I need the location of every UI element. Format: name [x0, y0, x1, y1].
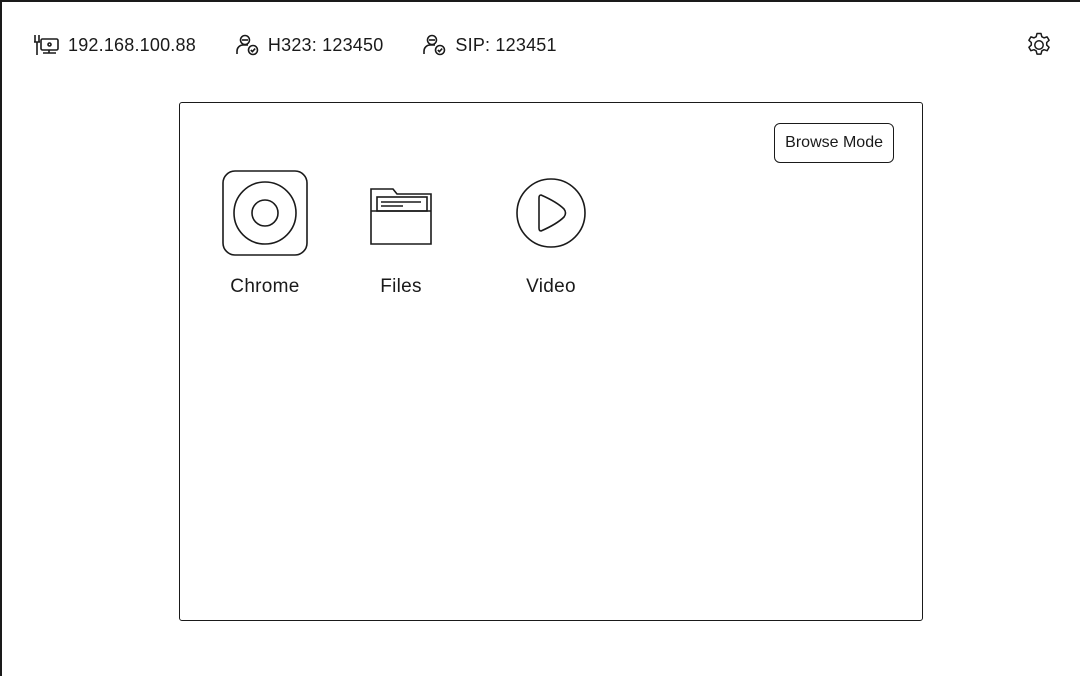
sip-number: SIP: 123451 — [455, 34, 557, 55]
folder-icon — [356, 168, 446, 258]
app-chrome[interactable]: Chrome — [210, 168, 320, 298]
ip-status: 192.168.100.88 — [32, 33, 196, 57]
ip-address: 192.168.100.88 — [68, 34, 196, 55]
status-bar: 192.168.100.88 H323: 123450 SIP: 123451 — [32, 28, 595, 62]
sip-status: SIP: 123451 — [421, 33, 557, 57]
contact-verified-icon — [423, 34, 446, 56]
app-window: 192.168.100.88 H323: 123450 SIP: 123451 — [0, 0, 1080, 676]
settings-button[interactable] — [1024, 30, 1054, 60]
app-label-video: Video — [526, 276, 576, 297]
contact-verified-icon — [236, 34, 259, 56]
network-icon — [34, 35, 59, 55]
gear-icon — [1028, 32, 1050, 55]
browse-mode-button[interactable]: Browse Mode — [774, 123, 894, 163]
h323-status: H323: 123450 — [234, 33, 384, 57]
play-icon — [506, 168, 596, 258]
chrome-icon — [220, 168, 310, 258]
app-label-chrome: Chrome — [230, 276, 300, 297]
app-files[interactable]: Files — [346, 168, 456, 298]
app-video[interactable]: Video — [496, 168, 606, 298]
app-label-files: Files — [380, 276, 422, 297]
app-launcher-panel: Browse Mode Chrome Files Video — [179, 102, 923, 621]
h323-number: H323: 123450 — [267, 34, 384, 55]
